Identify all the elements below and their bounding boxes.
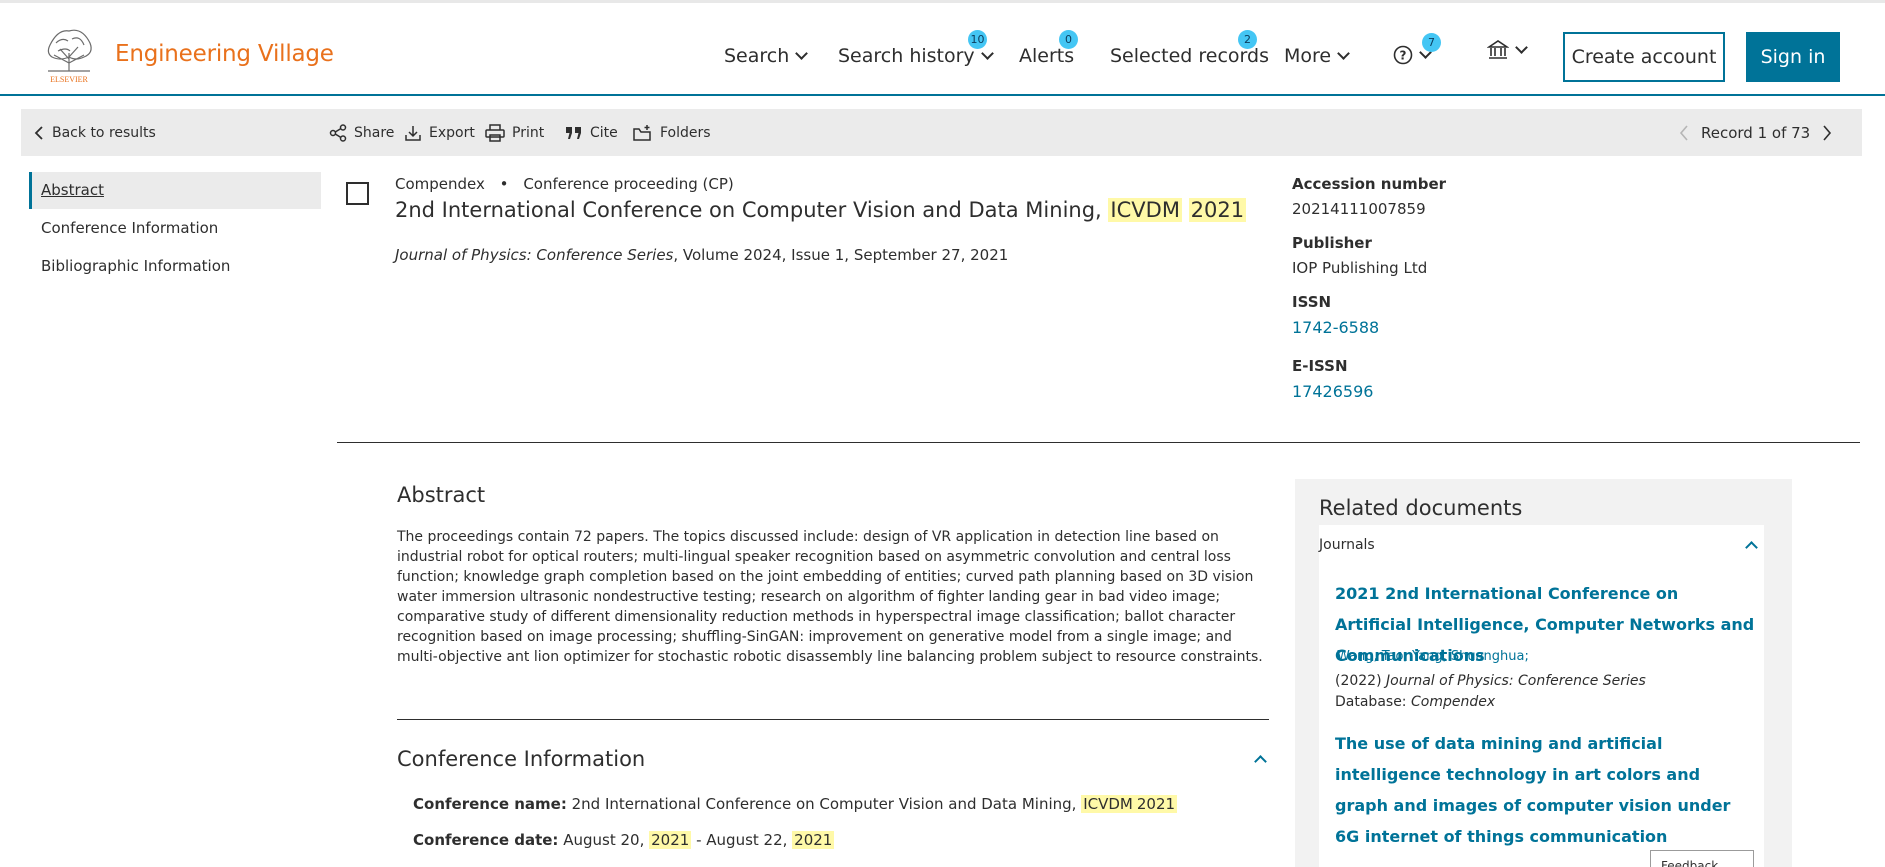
conference-heading: Conference Information — [397, 747, 646, 771]
chevron-down-icon — [1515, 40, 1528, 54]
database-name: Compendex — [395, 175, 485, 193]
conference-name-label: Conference name: — [413, 795, 567, 813]
accession-value: 20214111007859 — [1292, 200, 1426, 218]
record-navigator: Record 1 of 73 — [1679, 109, 1832, 156]
highlight-term: ICVDM — [1108, 198, 1182, 222]
left-nav-abstract[interactable]: Abstract — [29, 172, 321, 209]
next-record-icon[interactable] — [1822, 124, 1832, 141]
publisher-label: Publisher — [1292, 234, 1372, 252]
share-icon — [329, 123, 347, 142]
feedback-label: Feedback — [1661, 859, 1719, 867]
nav-search-history-label: Search history — [838, 45, 975, 67]
download-icon — [405, 125, 421, 141]
related-doc-authors[interactable]: Wang, Tao; Yang, Shuanghua; — [1337, 649, 1529, 664]
record-position: Record 1 of 73 — [1701, 123, 1811, 142]
journals-label: Journals — [1319, 537, 1375, 553]
nav-search-history[interactable]: Search history — [838, 45, 994, 67]
section-divider — [337, 442, 1860, 443]
chevron-down-icon — [795, 46, 809, 60]
document-type: Conference proceeding (CP) — [523, 175, 734, 193]
export-button[interactable]: Export — [404, 109, 475, 156]
conference-name-row: Conference name: 2nd International Confe… — [413, 795, 1178, 813]
cite-button[interactable]: Cite — [565, 109, 618, 156]
print-button[interactable]: Print — [485, 109, 544, 156]
related-doc-title[interactable]: The use of data mining and artificial in… — [1335, 728, 1755, 852]
sign-in-button[interactable]: Sign in — [1746, 32, 1840, 82]
record-toolbar: Back to results Share Export Print Cite … — [21, 109, 1862, 156]
search-history-badge: 10 — [968, 30, 987, 49]
back-to-results-label: Back to results — [52, 124, 156, 141]
chevron-left-icon — [34, 125, 43, 140]
brand-name[interactable]: Engineering Village — [115, 41, 334, 67]
print-icon — [485, 123, 505, 142]
conference-date-row: Conference date: August 20, 2021 - Augus… — [413, 831, 835, 849]
share-button[interactable]: Share — [329, 109, 394, 156]
quote-icon — [566, 126, 581, 139]
help-badge: 7 — [1422, 33, 1441, 52]
record-title: 2nd International Conference on Computer… — [395, 198, 1247, 222]
eissn-label: E-ISSN — [1292, 357, 1348, 375]
record-select-checkbox[interactable] — [346, 182, 369, 205]
eissn-link[interactable]: 17426596 — [1292, 382, 1592, 401]
back-to-results-link[interactable]: Back to results — [33, 109, 156, 156]
record-meta: Compendex • Conference proceeding (CP) — [395, 175, 734, 193]
export-label: Export — [429, 124, 475, 141]
institution-icon — [1487, 40, 1509, 59]
svg-text:?: ? — [1400, 49, 1407, 63]
record-side-info: Accession number 20214111007859 Publishe… — [1292, 175, 1592, 401]
section-divider — [397, 719, 1269, 720]
highlight-term: 2021 — [1188, 198, 1247, 222]
related-journals-panel: Journals 2021 2nd International Conferen… — [1319, 525, 1764, 867]
left-nav-conference-information[interactable]: Conference Information — [29, 210, 321, 247]
journal-name: Journal of Physics: Conference Series — [395, 246, 674, 264]
journals-accordion-header[interactable]: Journals — [1319, 525, 1764, 565]
chevron-down-icon — [1337, 46, 1350, 60]
feedback-button[interactable]: Feedback — [1650, 850, 1754, 867]
related-heading: Related documents — [1319, 496, 1523, 520]
journal-citation: Journal of Physics: Conference Series, V… — [395, 246, 1009, 264]
conference-date-label: Conference date: — [413, 831, 559, 849]
prev-record-icon[interactable] — [1679, 124, 1689, 141]
selected-records-badge: 2 — [1238, 30, 1257, 49]
folders-button[interactable]: Folders — [633, 109, 711, 156]
nav-search-label: Search — [724, 45, 790, 67]
chevron-up-icon[interactable] — [1254, 755, 1267, 768]
abstract-text: The proceedings contain 72 papers. The t… — [397, 529, 1263, 665]
abstract-heading: Abstract — [397, 483, 486, 507]
publisher-value: IOP Publishing Ltd — [1292, 259, 1428, 277]
conference-name-value: 2nd International Conference on Computer… — [571, 795, 1077, 813]
highlight-term: 2021 — [792, 831, 835, 849]
related-documents: Related documents Journals 2021 2nd Inte… — [1295, 479, 1792, 867]
issn-label: ISSN — [1292, 293, 1332, 311]
nav-search[interactable]: Search — [724, 45, 809, 67]
issn-link[interactable]: 1742-6588 — [1292, 318, 1592, 337]
site-header: ELSEVIER Engineering Village Search Sear… — [0, 3, 1885, 96]
folders-label: Folders — [660, 124, 711, 141]
chevron-down-icon — [980, 46, 994, 60]
highlight-term: ICVDM — [1081, 795, 1135, 813]
accession-label: Accession number — [1292, 175, 1447, 193]
related-doc-meta: (2022) Journal of Physics: Conference Se… — [1335, 673, 1646, 689]
highlight-term: 2021 — [649, 831, 692, 849]
nav-more-label: More — [1284, 45, 1332, 67]
chevron-up-icon — [1745, 541, 1758, 554]
elsevier-logo[interactable]: ELSEVIER — [40, 23, 98, 85]
nav-more[interactable]: More — [1284, 45, 1350, 67]
svg-text:ELSEVIER: ELSEVIER — [50, 75, 88, 84]
highlight-term: 2021 — [1134, 795, 1178, 813]
nav-institution[interactable] — [1487, 39, 1528, 61]
related-doc-database: Database: Compendex — [1335, 694, 1496, 710]
help-icon: ? — [1393, 45, 1413, 65]
left-nav-bibliographic-information[interactable]: Bibliographic Information — [29, 248, 321, 285]
print-label: Print — [512, 124, 545, 141]
cite-label: Cite — [590, 124, 618, 141]
alerts-badge: 0 — [1059, 30, 1078, 49]
folder-add-icon — [633, 124, 651, 141]
create-account-button[interactable]: Create account — [1563, 32, 1725, 82]
share-label: Share — [354, 124, 395, 141]
